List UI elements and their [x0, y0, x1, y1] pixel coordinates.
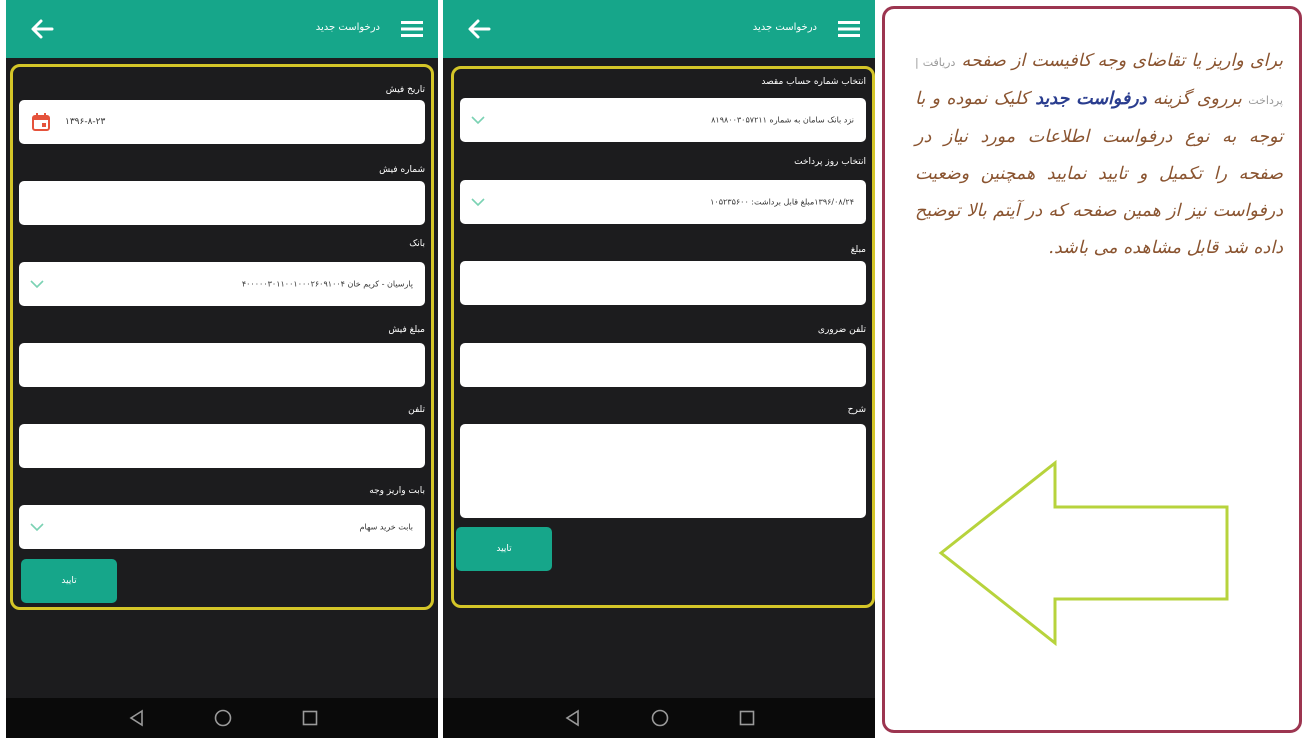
page-title: درخواست جدید: [315, 22, 380, 33]
receipt-date-value: ۱۳۹۶-۸-۲۳: [65, 117, 106, 127]
receipt-amount-input[interactable]: [19, 343, 425, 387]
chevron-down-icon: [29, 521, 45, 533]
bank-value: پارسیان - کریم خان ۴۰۰۰۰۰۳۰۱۱۰۰۱۰۰۰۲۶۰۹۱…: [241, 279, 413, 289]
amount-label: مبلغ: [850, 245, 866, 255]
description-label: شرح: [847, 405, 866, 415]
square-recents-icon[interactable]: [737, 708, 757, 728]
hamburger-menu-icon[interactable]: [837, 19, 861, 39]
receipt-date-field[interactable]: ۱۳۹۶-۸-۲۳: [19, 100, 425, 144]
dest-account-value: نزد بانک سامان به شماره ۸۱۹۸۰۰۳۰۵۷۲۱۱: [711, 115, 854, 125]
instruction-part-3: کلیک نموده و با توجه به نوع درفواست اطلا…: [915, 89, 1283, 258]
dest-account-label: انتخاب شماره حساب مقصد: [761, 77, 866, 87]
instruction-panel: برای واریز یا تقاضای وجه کافیست از صفحه …: [882, 6, 1302, 733]
emergency-phone-input[interactable]: [460, 343, 866, 387]
submit-button[interactable]: تایید: [456, 527, 552, 571]
app-bar: درخواست جدید: [443, 0, 875, 58]
phone-screen-withdraw: درخواست جدید انتخاب شماره حساب مقصد نزد …: [443, 0, 875, 738]
deposit-purpose-value: بابت خرید سهام: [359, 522, 413, 532]
submit-button[interactable]: تایید: [21, 559, 117, 603]
instruction-part-2: برروی گزینه: [1152, 89, 1242, 109]
receipt-number-input[interactable]: [19, 181, 425, 225]
app-bar: درخواست جدید: [6, 0, 438, 58]
chevron-down-icon: [29, 278, 45, 290]
back-arrow-icon[interactable]: [463, 13, 495, 45]
description-textarea[interactable]: [460, 424, 866, 518]
receipt-number-label: شماره فیش: [379, 165, 425, 175]
circle-home-icon[interactable]: [213, 708, 233, 728]
pay-day-value: ۱۳۹۶/۰۸/۲۴مبلغ قابل برداشت: ۱۰۵۲۳۵۶۰۰: [710, 197, 854, 207]
amount-input[interactable]: [460, 261, 866, 305]
system-nav-bar: [6, 698, 438, 738]
square-recents-icon[interactable]: [300, 708, 320, 728]
emergency-phone-label: تلفن ضروری: [817, 325, 866, 335]
instruction-part-1: برای واریز یا تقاضای وجه کافیست از صفحه: [961, 51, 1283, 71]
bank-label: بانک: [409, 239, 425, 249]
pay-day-select[interactable]: ۱۳۹۶/۰۸/۲۴مبلغ قابل برداشت: ۱۰۵۲۳۵۶۰۰: [460, 180, 866, 224]
phone-label: تلفن: [408, 405, 425, 415]
chevron-down-icon: [470, 196, 486, 208]
pay-day-label: انتخاب روز پرداخت: [794, 157, 866, 167]
withdraw-form: انتخاب شماره حساب مقصد نزد بانک سامان به…: [451, 66, 875, 608]
left-arrow-icon: [935, 459, 1235, 649]
deposit-purpose-label: بابت واریز وجه: [369, 486, 425, 496]
phone-screen-deposit: درخواست جدید تاریخ فیش ۱۳۹۶-۸-۲۳ شماره ف…: [6, 0, 438, 738]
triangle-back-icon[interactable]: [127, 708, 147, 728]
instruction-text: برای واریز یا تقاضای وجه کافیست از صفحه …: [915, 43, 1283, 267]
deposit-form: تاریخ فیش ۱۳۹۶-۸-۲۳ شماره فیش بانک پارسی…: [10, 64, 434, 610]
page-title: درخواست جدید: [752, 22, 817, 33]
deposit-purpose-select[interactable]: بابت خرید سهام: [19, 505, 425, 549]
phone-input[interactable]: [19, 424, 425, 468]
bank-select[interactable]: پارسیان - کریم خان ۴۰۰۰۰۰۳۰۱۱۰۰۱۰۰۰۲۶۰۹۱…: [19, 262, 425, 306]
circle-home-icon[interactable]: [650, 708, 670, 728]
receipt-date-label: تاریخ فیش: [385, 85, 425, 95]
dest-account-select[interactable]: نزد بانک سامان به شماره ۸۱۹۸۰۰۳۰۵۷۲۱۱: [460, 98, 866, 142]
new-request-highlight: درفواست جدید: [1035, 89, 1147, 109]
calendar-icon[interactable]: [31, 112, 51, 132]
hamburger-menu-icon[interactable]: [400, 19, 424, 39]
triangle-back-icon[interactable]: [563, 708, 583, 728]
back-arrow-icon[interactable]: [26, 13, 58, 45]
receipt-amount-label: مبلغ فیش: [388, 325, 425, 335]
chevron-down-icon: [470, 114, 486, 126]
system-nav-bar: [443, 698, 875, 738]
